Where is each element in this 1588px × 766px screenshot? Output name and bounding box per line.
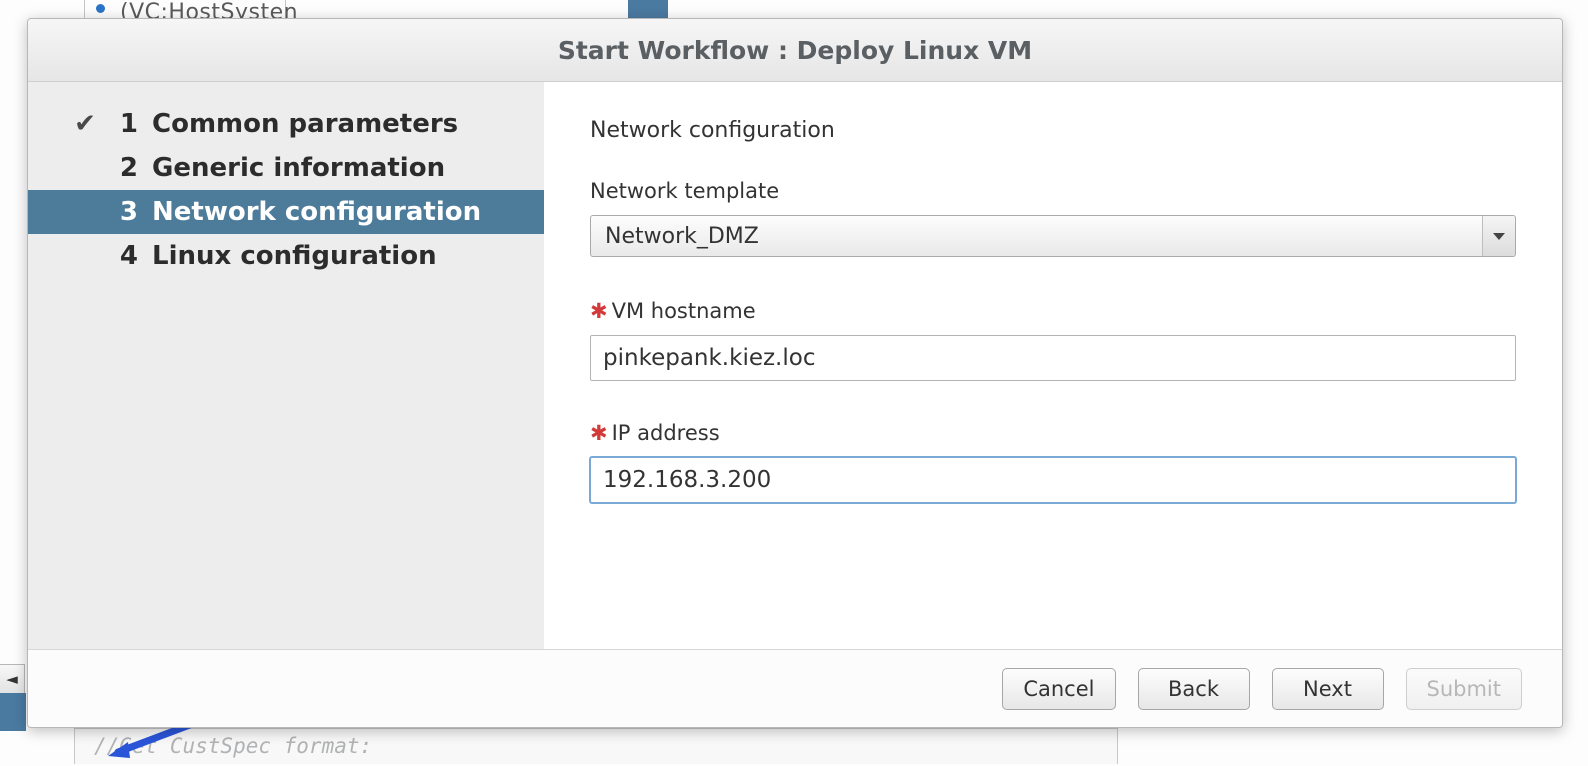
triangle-left-icon: ◄ [6,670,18,688]
dialog-body: ✔ 1 Common parameters 2 Generic informat… [28,82,1562,649]
ip-address-input[interactable] [590,457,1516,503]
bullet-icon [96,4,105,13]
step-number: 2 [104,153,152,183]
required-asterisk-icon: ✱ [590,299,608,323]
vm-hostname-label: ✱VM hostname [590,299,1516,323]
step-label: Network configuration [152,197,481,227]
wizard-step-common-parameters[interactable]: ✔ 1 Common parameters [28,102,544,146]
back-button[interactable]: Back [1138,668,1250,710]
dialog-title: Start Workflow : Deploy Linux VM [28,19,1562,82]
workflow-dialog: Start Workflow : Deploy Linux VM ✔ 1 Com… [27,18,1563,728]
bg-band-left [0,693,26,731]
step-label: Generic information [152,153,445,183]
dialog-content: Network configuration Network template N… [544,82,1562,649]
vm-hostname-input[interactable] [590,335,1516,381]
check-icon: ✔ [66,109,104,139]
bg-bottom-text: //Get CustSpec format: [94,734,372,758]
wizard-step-linux-configuration[interactable]: 4 Linux configuration [28,234,544,278]
bg-band-top [628,0,668,18]
next-button[interactable]: Next [1272,668,1384,710]
collapse-arrow-button[interactable]: ◄ [0,664,25,694]
ip-address-label: ✱IP address [590,421,1516,445]
network-template-select[interactable]: Network_DMZ [590,215,1516,257]
required-asterisk-icon: ✱ [590,421,608,445]
dialog-footer: Cancel Back Next Submit [28,649,1562,727]
step-label: Common parameters [152,109,458,139]
network-template-label: Network template [590,179,1516,203]
ip-address-label-text: IP address [612,421,720,445]
step-label: Linux configuration [152,241,437,271]
wizard-step-generic-information[interactable]: 2 Generic information [28,146,544,190]
step-number: 1 [104,109,152,139]
wizard-steps-sidebar: ✔ 1 Common parameters 2 Generic informat… [28,82,544,649]
step-number: 4 [104,241,152,271]
network-template-select-wrap: Network_DMZ [590,215,1516,257]
step-number: 3 [104,197,152,227]
submit-button: Submit [1406,668,1523,710]
chevron-down-icon [1482,216,1515,256]
vm-hostname-label-text: VM hostname [612,299,756,323]
cancel-button[interactable]: Cancel [1002,668,1115,710]
wizard-step-network-configuration[interactable]: 3 Network configuration [28,190,544,234]
section-title: Network configuration [590,118,1516,143]
network-template-value: Network_DMZ [605,224,759,249]
